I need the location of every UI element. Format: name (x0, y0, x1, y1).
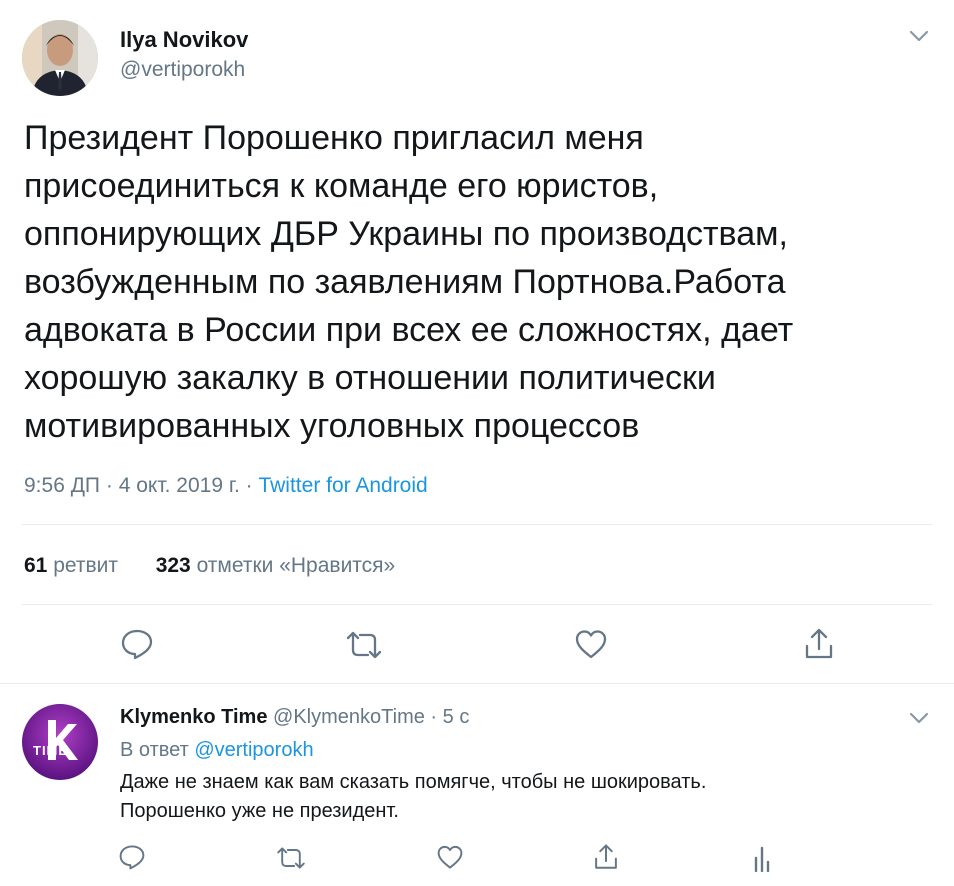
tweet-date[interactable]: 4 окт. 2019 г. (119, 474, 240, 497)
like-icon[interactable] (574, 628, 608, 660)
tweet-stats: 61 ретвит 323 отметки «Нравится» (24, 552, 395, 580)
meta-separator: · (430, 706, 438, 728)
like-icon[interactable] (436, 844, 464, 870)
reply-to-line: В ответ @vertiporokh (120, 737, 314, 763)
reply-author-name[interactable]: Klymenko Time (120, 706, 267, 728)
tweet-text-line: Президент Порошенко пригласил меня (24, 119, 644, 157)
reply-text-line: Порошенко уже не президент. (120, 800, 399, 822)
retweet-icon[interactable] (344, 630, 384, 660)
retweet-stat[interactable]: 61 ретвит (24, 554, 124, 577)
divider (0, 683, 954, 684)
meta-separator: · (245, 474, 253, 497)
like-label: отметки «Нравится» (196, 554, 396, 577)
analytics-icon[interactable] (752, 844, 772, 872)
like-stat[interactable]: 323 отметки «Нравится» (156, 554, 396, 577)
reply-age[interactable]: 5 с (443, 706, 470, 728)
divider (22, 604, 932, 605)
tweet-text-line: хорошую закалку в отношении политически (24, 359, 716, 397)
reply-author-avatar[interactable] (22, 704, 98, 780)
reply-to-prefix: В ответ (120, 739, 189, 761)
reply-avatar-text: TIME (33, 743, 69, 758)
tweet-text-line: мотивированных уголовных процессов (24, 407, 640, 445)
retweet-count: 61 (24, 554, 48, 577)
retweet-icon[interactable] (275, 846, 307, 870)
author-handle[interactable]: @vertiporokh (120, 57, 245, 83)
meta-separator: · (105, 474, 113, 497)
reply-to-handle[interactable]: @vertiporokh (194, 739, 313, 761)
chevron-down-icon[interactable] (908, 710, 930, 726)
share-icon[interactable] (592, 842, 620, 872)
reply-author-handle[interactable]: @KlymenkoTime (273, 706, 425, 728)
reply-text: Даже не знаем как вам сказать помягче, ч… (120, 768, 706, 826)
like-count: 323 (155, 554, 191, 577)
retweet-label: ретвит (53, 554, 118, 577)
tweet-time[interactable]: 9:56 ДП (24, 474, 100, 497)
tweet-source-link[interactable]: Twitter for Android (258, 474, 427, 497)
author-name[interactable]: Ilya Novikov (120, 26, 248, 54)
tweet-metadata: 9:56 ДП · 4 окт. 2019 г. · Twitter for A… (24, 472, 428, 500)
author-avatar[interactable] (22, 20, 98, 96)
reply-icon[interactable] (118, 844, 146, 870)
tweet-text: Президент Порошенко пригласил меня присо… (24, 114, 934, 450)
tweet-text-line: оппонирующих ДБР Украины по производства… (24, 215, 788, 253)
reply-text-line: Даже не знаем как вам сказать помягче, ч… (120, 771, 707, 793)
reply-header: Klymenko Time @KlymenkoTime · 5 с (120, 704, 469, 730)
reply-icon[interactable] (120, 628, 154, 660)
share-icon[interactable] (802, 626, 836, 662)
tweet-text-line: возбужденным по заявлениям Портнова.Рабо… (24, 263, 786, 301)
divider (22, 524, 932, 525)
tweet-text-line: присоединиться к команде его юристов, (24, 167, 659, 205)
chevron-down-icon[interactable] (908, 28, 930, 44)
tweet-text-line: адвоката в России при всех ее сложностях… (24, 311, 794, 349)
